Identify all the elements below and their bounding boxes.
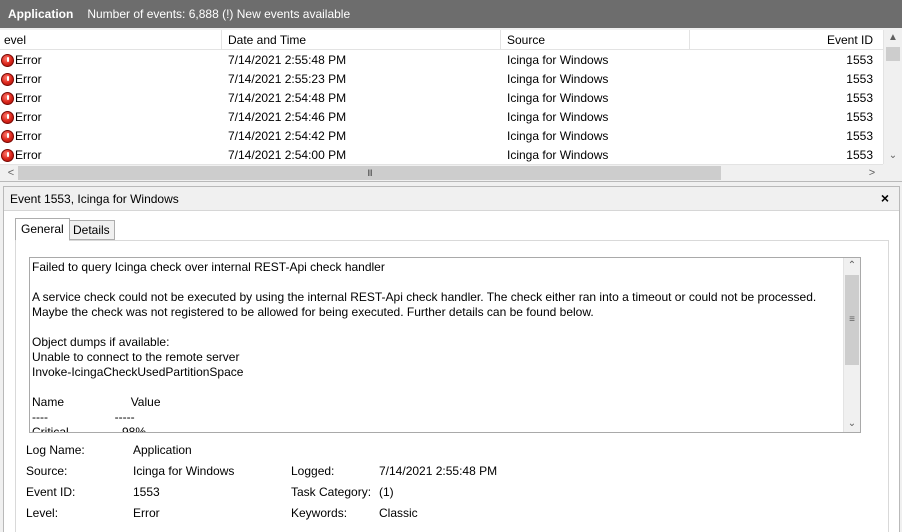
- log-name-value: Application: [133, 443, 192, 457]
- event-datetime: 7/14/2021 2:54:48 PM: [228, 91, 347, 105]
- message-line: Maybe the check was not registered to be…: [32, 305, 594, 319]
- event-level: Error: [15, 148, 42, 162]
- event-row[interactable]: Error 7/14/2021 2:55:48 PM Icinga for Wi…: [0, 51, 883, 70]
- event-row[interactable]: Error 7/14/2021 2:54:46 PM Icinga for Wi…: [0, 108, 883, 127]
- event-row[interactable]: Error 7/14/2021 2:55:23 PM Icinga for Wi…: [0, 70, 883, 89]
- tab-details[interactable]: Details: [68, 220, 115, 240]
- event-count-info[interactable]: Number of events: 6,888 (!) New events a…: [87, 7, 350, 21]
- event-rows: Error 7/14/2021 2:55:48 PM Icinga for Wi…: [0, 51, 883, 165]
- source-value: Icinga for Windows: [133, 464, 235, 478]
- event-level: Error: [15, 72, 42, 86]
- scroll-corner: [883, 164, 902, 181]
- event-datetime: 7/14/2021 2:54:42 PM: [228, 129, 347, 143]
- column-header-datetime[interactable]: Date and Time: [222, 30, 501, 50]
- event-level: Error: [15, 129, 42, 143]
- task-category-label: Task Category:: [291, 485, 372, 499]
- event-row[interactable]: Error 7/14/2021 2:54:48 PM Icinga for Wi…: [0, 89, 883, 108]
- column-header-eventid[interactable]: Event ID: [690, 30, 883, 50]
- keywords-label: Keywords:: [291, 506, 348, 520]
- details-title: Event 1553, Icinga for Windows: [10, 192, 179, 206]
- tab-general[interactable]: General: [15, 218, 70, 241]
- event-datetime: 7/14/2021 2:54:00 PM: [228, 148, 347, 162]
- scroll-down-icon[interactable]: ⌄: [884, 148, 902, 164]
- scroll-up-icon[interactable]: ▲: [884, 30, 902, 46]
- grid-horizontal-scrollbar[interactable]: < III >: [0, 164, 883, 181]
- scroll-up-icon[interactable]: ⌃: [844, 258, 860, 274]
- event-id: 1553: [846, 129, 873, 143]
- message-line: ---- -----: [32, 410, 135, 424]
- level-value: Error: [133, 506, 160, 520]
- level-label: Level:: [26, 506, 59, 520]
- event-message-box[interactable]: Failed to query Icinga check over intern…: [29, 257, 861, 433]
- event-source: Icinga for Windows: [507, 110, 609, 124]
- message-line: [32, 320, 842, 335]
- grip-icon: ≡: [849, 314, 855, 325]
- task-category-value: (1): [379, 485, 394, 499]
- grid-vertical-scrollbar[interactable]: ▲ ⌄: [883, 30, 902, 164]
- message-line: [32, 275, 842, 290]
- message-line: Name Value: [32, 395, 161, 409]
- message-line: Invoke-IcingaCheckUsedPartitionSpace: [32, 365, 244, 379]
- event-source: Icinga for Windows: [507, 72, 609, 86]
- log-name-label: Log Name:: [26, 443, 85, 457]
- event-datetime: 7/14/2021 2:55:23 PM: [228, 72, 347, 86]
- column-header-source[interactable]: Source: [501, 30, 690, 50]
- grid-header: evel Date and Time Source Event ID: [0, 30, 883, 50]
- scroll-down-icon[interactable]: ⌄: [844, 416, 860, 432]
- event-source: Icinga for Windows: [507, 91, 609, 105]
- keywords-value: Classic: [379, 506, 418, 520]
- close-icon[interactable]: ×: [877, 190, 893, 206]
- event-datetime: 7/14/2021 2:55:48 PM: [228, 53, 347, 67]
- event-level: Error: [15, 110, 42, 124]
- message-scroll-thumb[interactable]: ≡: [845, 275, 859, 365]
- event-row[interactable]: Error 7/14/2021 2:54:00 PM Icinga for Wi…: [0, 146, 883, 165]
- grid-hscroll-thumb[interactable]: III: [18, 166, 721, 180]
- event-id: 1553: [846, 91, 873, 105]
- message-line: [32, 380, 842, 395]
- grid-vscroll-thumb[interactable]: [886, 47, 900, 61]
- event-source: Icinga for Windows: [507, 53, 609, 67]
- source-label: Source:: [26, 464, 68, 478]
- logged-label: Logged:: [291, 464, 335, 478]
- event-source: Icinga for Windows: [507, 148, 609, 162]
- grip-icon: III: [367, 168, 372, 178]
- general-tab-panel: Failed to query Icinga check over intern…: [15, 240, 889, 532]
- event-source: Icinga for Windows: [507, 129, 609, 143]
- column-header-level[interactable]: evel: [0, 30, 222, 50]
- event-id-label: Event ID:: [26, 485, 76, 499]
- event-id: 1553: [846, 110, 873, 124]
- event-id: 1553: [846, 148, 873, 162]
- event-details-pane: Event 1553, Icinga for Windows × General…: [3, 186, 900, 532]
- event-level: Error: [15, 53, 42, 67]
- event-id: 1553: [846, 53, 873, 67]
- log-title: Application: [8, 7, 74, 21]
- message-line: Critical 98%: [32, 425, 147, 433]
- events-grid: evel Date and Time Source Event ID Error…: [0, 30, 902, 182]
- event-id: 1553: [846, 72, 873, 86]
- message-line: A service check could not be executed by…: [32, 290, 817, 304]
- event-row[interactable]: Error 7/14/2021 2:54:42 PM Icinga for Wi…: [0, 127, 883, 146]
- logged-value: 7/14/2021 2:55:48 PM: [379, 464, 498, 478]
- message-line: Failed to query Icinga check over intern…: [32, 260, 385, 274]
- event-list-titlebar: Application Number of events: 6,888 (!) …: [0, 0, 902, 28]
- details-header: Event 1553, Icinga for Windows ×: [4, 187, 899, 211]
- event-datetime: 7/14/2021 2:54:46 PM: [228, 110, 347, 124]
- message-line: Object dumps if available:: [32, 335, 170, 349]
- event-id-value: 1553: [133, 485, 160, 499]
- event-level: Error: [15, 91, 42, 105]
- message-vertical-scrollbar[interactable]: ⌃ ≡ ⌄: [843, 258, 860, 432]
- scroll-right-icon[interactable]: >: [863, 165, 881, 181]
- message-line: Unable to connect to the remote server: [32, 350, 240, 364]
- event-message: Failed to query Icinga check over intern…: [32, 260, 842, 433]
